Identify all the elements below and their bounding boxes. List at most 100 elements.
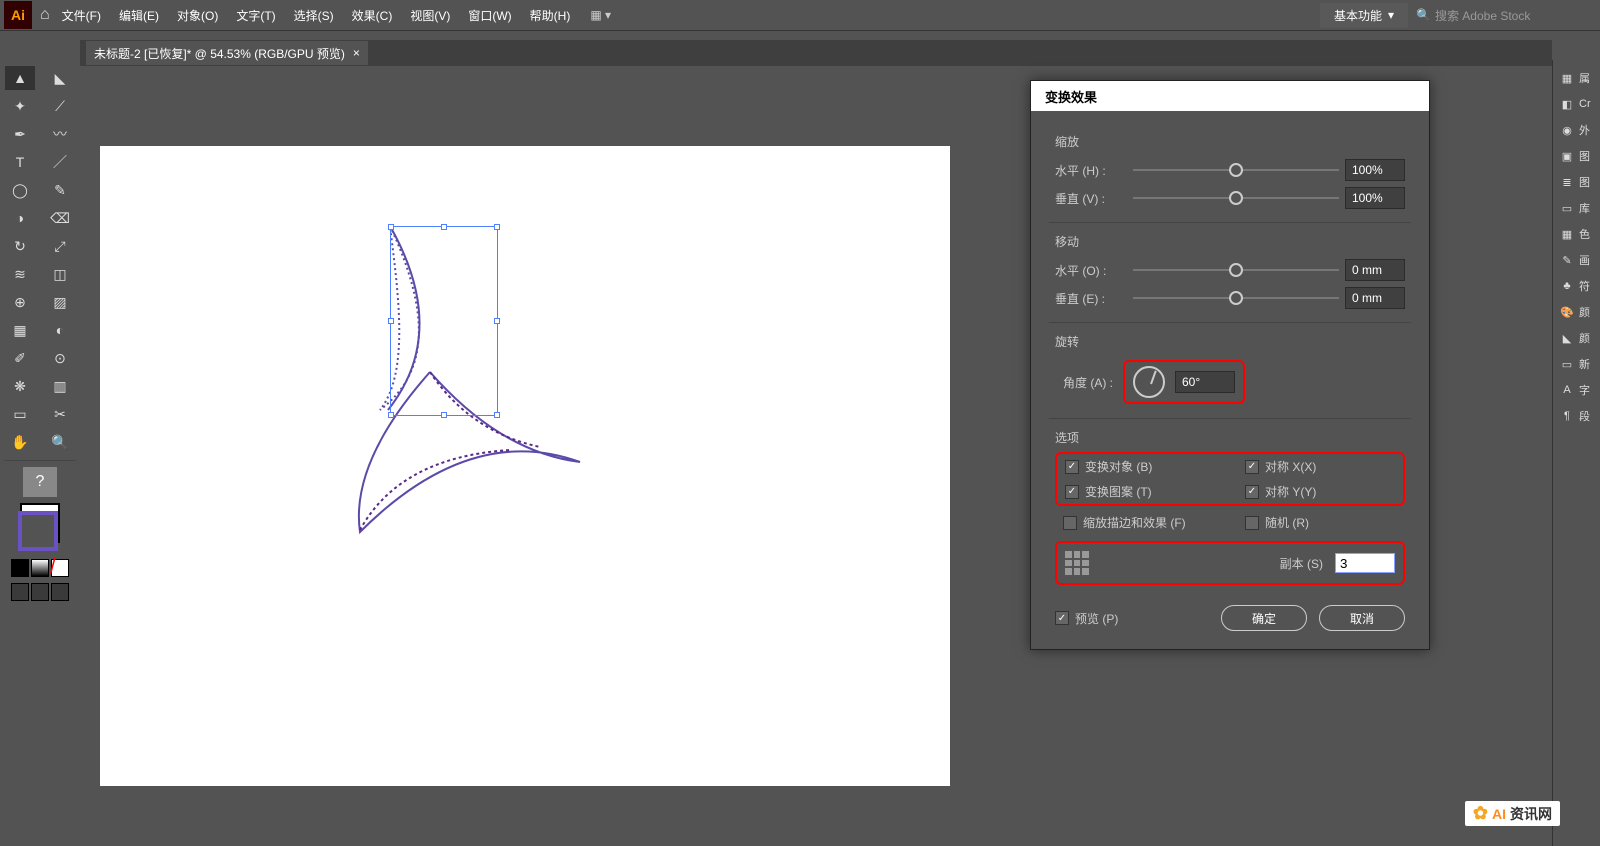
zoom-tool-icon[interactable]: 🔍 bbox=[45, 430, 75, 454]
symbol-sprayer-tool-icon[interactable]: ❋ bbox=[5, 374, 35, 398]
slice-tool-icon[interactable]: ✂ bbox=[45, 402, 75, 426]
move-vertical-value[interactable]: 0 mm bbox=[1345, 287, 1405, 309]
draw-mode-inside-icon[interactable] bbox=[51, 583, 69, 601]
direct-selection-tool-icon[interactable]: ◣ bbox=[45, 66, 75, 90]
selection-handle[interactable] bbox=[441, 224, 447, 230]
paintbrush-tool-icon[interactable]: ✎ bbox=[45, 178, 75, 202]
panel-gradient[interactable]: ▭新 bbox=[1553, 356, 1600, 372]
selection-tool-icon[interactable]: ▲ bbox=[5, 66, 35, 90]
panel-layers[interactable]: ≣图 bbox=[1553, 174, 1600, 190]
menu-select[interactable]: 选择(S) bbox=[294, 7, 334, 24]
menu-file[interactable]: 文件(F) bbox=[62, 7, 101, 24]
menu-help[interactable]: 帮助(H) bbox=[530, 7, 571, 24]
move-horizontal-value[interactable]: 0 mm bbox=[1345, 259, 1405, 281]
artboard[interactable] bbox=[100, 146, 950, 786]
mesh-tool-icon[interactable]: ▦ bbox=[5, 318, 35, 342]
random-checkbox[interactable]: 随机 (R) bbox=[1245, 514, 1397, 531]
width-tool-icon[interactable]: ≋ bbox=[5, 262, 35, 286]
gradient-swatch-icon[interactable] bbox=[31, 559, 49, 577]
artboard-tool-icon[interactable]: ▭ bbox=[5, 402, 35, 426]
selection-bounding-box[interactable] bbox=[390, 226, 498, 416]
panel-color-guide[interactable]: ◣颜 bbox=[1553, 330, 1600, 346]
move-horizontal-slider[interactable] bbox=[1133, 263, 1339, 277]
cancel-button[interactable]: 取消 bbox=[1319, 605, 1405, 631]
line-tool-icon[interactable]: ／ bbox=[45, 150, 75, 174]
rotate-angle-value[interactable]: 60° bbox=[1175, 371, 1235, 393]
preview-checkbox[interactable]: 预览 (P) bbox=[1055, 610, 1118, 627]
scale-tool-icon[interactable]: ⤢ bbox=[45, 234, 75, 258]
home-icon[interactable]: ⌂ bbox=[40, 6, 50, 24]
menu-object[interactable]: 对象(O) bbox=[177, 7, 218, 24]
shape-builder-tool-icon[interactable]: ⊕ bbox=[5, 290, 35, 314]
selection-handle[interactable] bbox=[494, 318, 500, 324]
workspace-switcher[interactable]: 基本功能 ▾ bbox=[1320, 3, 1408, 28]
menu-window[interactable]: 窗口(W) bbox=[468, 7, 511, 24]
panel-appearance[interactable]: ◉外 bbox=[1553, 122, 1600, 138]
scale-horizontal-value[interactable]: 100% bbox=[1345, 159, 1405, 181]
panel-libraries[interactable]: ▭库 bbox=[1553, 200, 1600, 216]
search-stock-field[interactable]: 🔍 搜索 Adobe Stock bbox=[1416, 7, 1596, 24]
angle-dial[interactable] bbox=[1133, 366, 1165, 398]
menubar: Ai ⌂ 文件(F) 编辑(E) 对象(O) 文字(T) 选择(S) 效果(C)… bbox=[0, 0, 1600, 30]
selection-handle[interactable] bbox=[494, 412, 500, 418]
panel-graphic-styles[interactable]: ▣图 bbox=[1553, 148, 1600, 164]
transform-pattern-checkbox[interactable]: 变换图案 (T) bbox=[1065, 483, 1215, 500]
perspective-tool-icon[interactable]: ▨ bbox=[45, 290, 75, 314]
menu-text[interactable]: 文字(T) bbox=[236, 7, 275, 24]
draw-mode-normal-icon[interactable] bbox=[11, 583, 29, 601]
scale-stroke-checkbox[interactable]: 缩放描边和效果 (F) bbox=[1063, 514, 1215, 531]
scale-horizontal-slider[interactable] bbox=[1133, 163, 1339, 177]
move-vertical-slider[interactable] bbox=[1133, 291, 1339, 305]
selection-handle[interactable] bbox=[494, 224, 500, 230]
ellipse-tool-icon[interactable]: ◯ bbox=[5, 178, 35, 202]
reflect-y-checkbox[interactable]: 对称 Y(Y) bbox=[1245, 483, 1395, 500]
magic-wand-tool-icon[interactable]: ✦ bbox=[5, 94, 35, 118]
close-icon[interactable]: × bbox=[353, 46, 360, 60]
reflect-x-checkbox[interactable]: 对称 X(X) bbox=[1245, 458, 1395, 475]
color-swatch-icon[interactable] bbox=[11, 559, 29, 577]
document-tab[interactable]: 未标题-2 [已恢复]* @ 54.53% (RGB/GPU 预览) × bbox=[86, 41, 368, 65]
main-menu: 文件(F) 编辑(E) 对象(O) 文字(T) 选择(S) 效果(C) 视图(V… bbox=[62, 7, 571, 24]
hand-tool-icon[interactable]: ✋ bbox=[5, 430, 35, 454]
menu-edit[interactable]: 编辑(E) bbox=[119, 7, 159, 24]
ok-button[interactable]: 确定 bbox=[1221, 605, 1307, 631]
rotate-tool-icon[interactable]: ↻ bbox=[5, 234, 35, 258]
gradient-tool-icon[interactable]: ◐ bbox=[45, 318, 75, 342]
scale-vertical-value[interactable]: 100% bbox=[1345, 187, 1405, 209]
copies-label: 副本 (S) bbox=[1280, 555, 1323, 572]
panel-symbols[interactable]: ♣符 bbox=[1553, 278, 1600, 294]
draw-mode-behind-icon[interactable] bbox=[31, 583, 49, 601]
panel-character[interactable]: A字 bbox=[1553, 382, 1600, 398]
panel-paragraph[interactable]: ¶段 bbox=[1553, 408, 1600, 424]
selection-handle[interactable] bbox=[441, 412, 447, 418]
lasso-tool-icon[interactable]: ⟋ bbox=[45, 94, 75, 118]
eraser-tool-icon[interactable]: ⌫ bbox=[45, 206, 75, 230]
copies-input[interactable] bbox=[1335, 553, 1395, 573]
panel-properties[interactable]: ▦属 bbox=[1553, 70, 1600, 86]
panel-brushes[interactable]: ✎画 bbox=[1553, 252, 1600, 268]
selection-handle[interactable] bbox=[388, 224, 394, 230]
scale-section-label: 缩放 bbox=[1055, 133, 1405, 150]
column-graph-tool-icon[interactable]: ▥ bbox=[45, 374, 75, 398]
selection-handle[interactable] bbox=[388, 412, 394, 418]
blend-tool-icon[interactable]: ⊙ bbox=[45, 346, 75, 370]
arrange-docs-icon[interactable]: ▦ ▾ bbox=[590, 8, 611, 22]
panel-color[interactable]: 🎨颜 bbox=[1553, 304, 1600, 320]
edit-toolbar-icon[interactable]: ? bbox=[23, 467, 57, 497]
free-transform-tool-icon[interactable]: ◫ bbox=[45, 262, 75, 286]
fill-stroke-swatch[interactable] bbox=[0, 503, 80, 555]
reference-point-icon[interactable] bbox=[1065, 551, 1089, 575]
panel-swatches[interactable]: ▦色 bbox=[1553, 226, 1600, 242]
menu-view[interactable]: 视图(V) bbox=[410, 7, 450, 24]
shaper-tool-icon[interactable]: ◑ bbox=[5, 206, 35, 230]
scale-vertical-slider[interactable] bbox=[1133, 191, 1339, 205]
selection-handle[interactable] bbox=[388, 318, 394, 324]
menu-effect[interactable]: 效果(C) bbox=[352, 7, 393, 24]
panel-cc[interactable]: ◧Cr bbox=[1553, 96, 1600, 112]
eyedropper-tool-icon[interactable]: ✐ bbox=[5, 346, 35, 370]
pen-tool-icon[interactable]: ✒ bbox=[5, 122, 35, 146]
none-swatch-icon[interactable]: / bbox=[51, 559, 69, 577]
type-tool-icon[interactable]: T bbox=[5, 150, 35, 174]
curvature-tool-icon[interactable]: 〰 bbox=[45, 122, 75, 146]
transform-object-checkbox[interactable]: 变换对象 (B) bbox=[1065, 458, 1215, 475]
